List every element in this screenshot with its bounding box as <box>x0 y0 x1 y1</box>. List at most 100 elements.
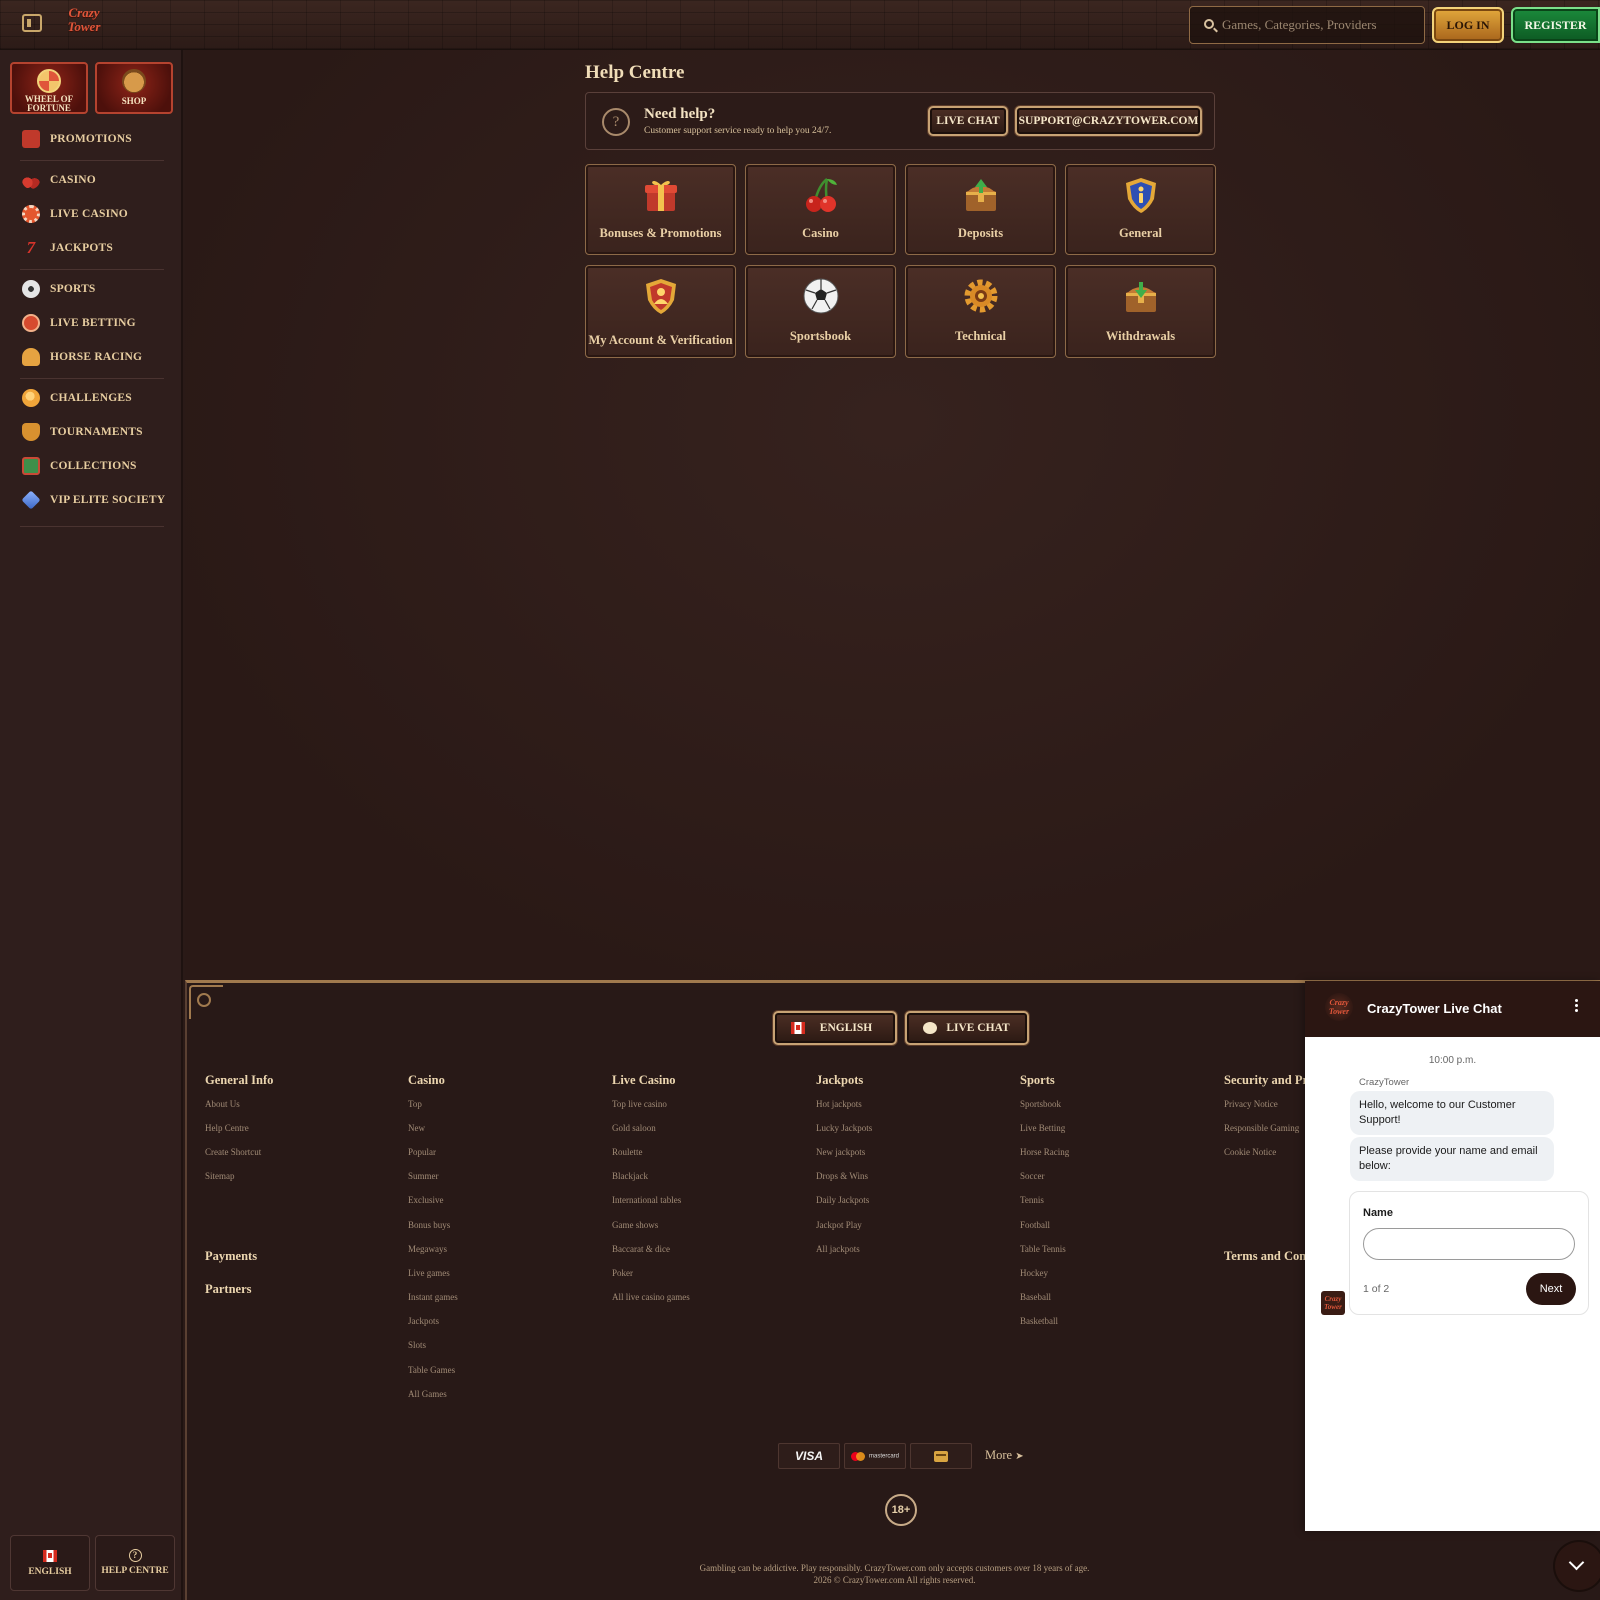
footer-link[interactable]: New jackpots <box>816 1147 865 1157</box>
footer-link[interactable]: Jackpots <box>408 1316 439 1326</box>
search-box[interactable] <box>1189 6 1425 44</box>
sidebar-item-live-casino[interactable]: LIVE CASINO <box>22 203 172 225</box>
footer-link[interactable]: Baccarat & dice <box>612 1244 670 1254</box>
more-payments-link[interactable]: More ➤ <box>985 1448 1024 1463</box>
footer-link[interactable]: Sportsbook <box>1020 1099 1061 1109</box>
footer-link[interactable]: Hockey <box>1020 1268 1048 1278</box>
footer-link[interactable]: Sitemap <box>205 1171 235 1181</box>
category-bonuses-promotions[interactable]: Bonuses & Promotions <box>585 164 736 255</box>
responsible-gambling-text: Gambling can be addictive. Play responsi… <box>699 1563 1090 1573</box>
footer-language-button[interactable]: ENGLISH <box>773 1011 897 1045</box>
age-restriction-badge: 18+ <box>885 1494 917 1526</box>
info-shield-icon <box>1121 175 1161 215</box>
sidebar-item-challenges[interactable]: CHALLENGES <box>22 387 172 409</box>
footer-link[interactable]: Privacy Notice <box>1224 1099 1278 1109</box>
category-general[interactable]: General <box>1065 164 1216 255</box>
category-casino[interactable]: Casino <box>745 164 896 255</box>
live-icon <box>22 314 40 332</box>
name-field[interactable] <box>1363 1228 1575 1260</box>
footer-link[interactable]: Daily Jackpots <box>816 1195 869 1205</box>
footer-link[interactable]: All Games <box>408 1389 447 1399</box>
sidebar-item-tournaments[interactable]: TOURNAMENTS <box>22 421 172 443</box>
footer-link[interactable]: Basketball <box>1020 1316 1058 1326</box>
footer-link[interactable]: Slots <box>408 1340 426 1350</box>
footer-link[interactable]: Drops & Wins <box>816 1171 868 1181</box>
logo[interactable]: Crazy Tower <box>62 6 106 42</box>
gear-icon <box>961 276 1001 316</box>
footer-link[interactable]: Table Games <box>408 1365 455 1375</box>
footer-link[interactable]: Cookie Notice <box>1224 1147 1276 1157</box>
help-centre-link[interactable]: ? HELP CENTRE <box>95 1535 175 1591</box>
footer-link[interactable]: New <box>408 1123 425 1133</box>
category-deposits[interactable]: Deposits <box>905 164 1056 255</box>
category-label: Sportsbook <box>789 329 852 343</box>
footer-link[interactable]: All jackpots <box>816 1244 860 1254</box>
footer-link[interactable]: Horse Racing <box>1020 1147 1069 1157</box>
footer-link[interactable]: Tennis <box>1020 1195 1044 1205</box>
footer-link[interactable]: Hot jackpots <box>816 1099 862 1109</box>
sidebar-item-vip-elite-society[interactable]: VIP ELITE SOCIETY <box>21 489 172 511</box>
footer-link[interactable]: Game shows <box>612 1220 658 1230</box>
footer-link[interactable]: International tables <box>612 1195 681 1205</box>
next-button[interactable]: Next <box>1526 1273 1576 1305</box>
footer-link[interactable]: Baseball <box>1020 1292 1051 1302</box>
sidebar-item-collections[interactable]: COLLECTIONS <box>22 455 172 477</box>
shop-tile[interactable]: SHOP <box>95 62 173 114</box>
search-input[interactable] <box>1222 13 1418 37</box>
category-withdrawals[interactable]: Withdrawals <box>1065 265 1216 358</box>
footer-link[interactable]: Megaways <box>408 1244 447 1254</box>
footer-link[interactable]: All live casino games <box>612 1292 690 1302</box>
register-button[interactable]: REGISTER <box>1511 7 1600 43</box>
footer-link[interactable]: Soccer <box>1020 1171 1045 1181</box>
chat-name-form: Name 1 of 2 Next <box>1349 1191 1589 1315</box>
footer-link[interactable]: Top <box>408 1099 422 1109</box>
sidebar-item-jackpots[interactable]: 7 JACKPOTS <box>22 237 172 259</box>
chat-collapse-button[interactable] <box>1555 1542 1600 1590</box>
footer-link[interactable]: Top live casino <box>612 1099 667 1109</box>
footer-link[interactable]: Jackpot Play <box>816 1220 862 1230</box>
footer-link[interactable]: Poker <box>612 1268 633 1278</box>
footer-col-terms[interactable]: Terms and Cond <box>1224 1249 1313 1264</box>
footer-link[interactable]: Summer <box>408 1171 439 1181</box>
sidebar-item-horse-racing[interactable]: HORSE RACING <box>22 346 172 368</box>
footer-col-payments[interactable]: Payments <box>205 1249 257 1264</box>
footer-link[interactable]: Live Betting <box>1020 1123 1065 1133</box>
footer-link[interactable]: Lucky Jackpots <box>816 1123 872 1133</box>
category-sportsbook[interactable]: Sportsbook <box>745 265 896 358</box>
footer-col-jackpots: Jackpots <box>816 1073 864 1087</box>
category-technical[interactable]: Technical <box>905 265 1056 358</box>
footer-link[interactable]: Popular <box>408 1147 436 1157</box>
footer-link[interactable]: Exclusive <box>408 1195 444 1205</box>
footer-link[interactable]: Responsible Gaming <box>1224 1123 1299 1133</box>
footer-link[interactable]: Bonus buys <box>408 1220 450 1230</box>
canada-flag-icon <box>791 1022 805 1034</box>
footer-link[interactable]: Blackjack <box>612 1171 648 1181</box>
wheel-of-fortune-tile[interactable]: WHEEL OF FORTUNE <box>10 62 88 114</box>
footer-link[interactable]: About Us <box>205 1099 240 1109</box>
footer-link[interactable]: Football <box>1020 1220 1050 1230</box>
sidebar-toggle-icon[interactable] <box>22 14 42 32</box>
footer-link[interactable]: Help Centre <box>205 1123 249 1133</box>
footer-col-partners[interactable]: Partners <box>205 1282 252 1297</box>
language-selector[interactable]: ENGLISH <box>10 1535 90 1591</box>
support-email-button[interactable]: SUPPORT@CRAZYTOWER.COM <box>1015 106 1202 136</box>
chip-icon <box>22 205 40 223</box>
sidebar-item-live-betting[interactable]: LIVE BETTING <box>22 312 172 334</box>
sidebar-item-casino[interactable]: CASINO <box>22 169 172 191</box>
sidebar-item-sports[interactable]: SPORTS <box>22 278 172 300</box>
chest-icon <box>1121 276 1161 316</box>
live-chat-button[interactable]: LIVE CHAT <box>928 106 1008 136</box>
footer-link[interactable]: Instant games <box>408 1292 458 1302</box>
footer-link[interactable]: Roulette <box>612 1147 643 1157</box>
cherry-icon <box>801 175 841 215</box>
footer-live-chat-button[interactable]: LIVE CHAT <box>905 1011 1029 1045</box>
footer-link[interactable]: Live games <box>408 1268 450 1278</box>
sidebar-item-promotions[interactable]: PROMOTIONS <box>22 128 172 150</box>
gift-icon <box>22 130 40 148</box>
footer-link[interactable]: Create Shortcut <box>205 1147 261 1157</box>
login-button[interactable]: LOG IN <box>1432 7 1504 43</box>
category-my-account-verification[interactable]: My Account & Verification <box>585 265 736 358</box>
footer-link[interactable]: Gold saloon <box>612 1123 656 1133</box>
more-options-icon[interactable] <box>1575 997 1579 1015</box>
footer-link[interactable]: Table Tennis <box>1020 1244 1066 1254</box>
